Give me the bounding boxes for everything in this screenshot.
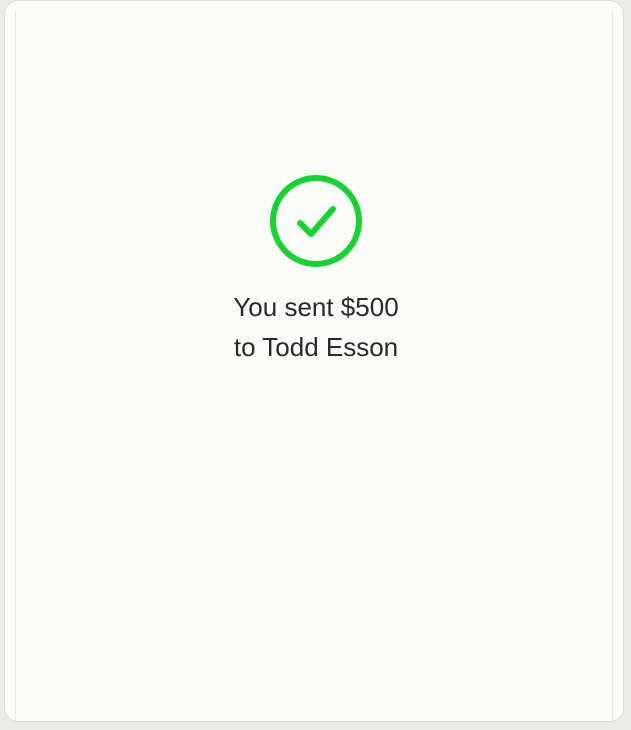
confirmation-card: You sent $500 to Todd Esson bbox=[4, 0, 624, 722]
confirmation-message: You sent $500 to Todd Esson bbox=[165, 287, 467, 367]
card-inner-edge-left bbox=[15, 11, 16, 721]
card-inner-edge-right bbox=[612, 11, 613, 721]
confirmation-message-line-1: You sent $500 bbox=[233, 292, 399, 322]
payment-confirmation-screen: You sent $500 to Todd Esson bbox=[0, 0, 631, 730]
check-circle-icon bbox=[268, 173, 364, 269]
confirmation-message-line-2: to Todd Esson bbox=[233, 332, 399, 362]
